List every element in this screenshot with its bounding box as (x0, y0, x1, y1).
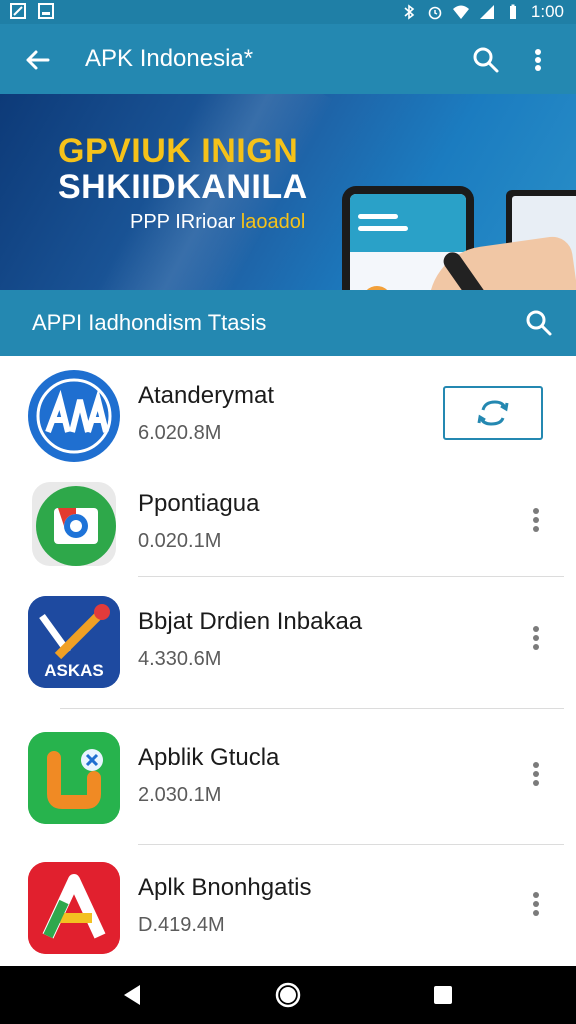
more-vert-icon[interactable] (526, 44, 550, 76)
battery-icon (509, 4, 516, 19)
askas-app-icon: ASKAS (28, 596, 120, 688)
app-size: 4.330.6M (138, 648, 222, 670)
divider (138, 844, 564, 845)
app-size: 6.020.8M (138, 422, 222, 444)
list-item[interactable]: Ppontiagua 0.020.1M (0, 464, 576, 584)
recents-square-icon[interactable] (428, 980, 458, 1010)
notification-icon (10, 3, 26, 19)
divider (138, 576, 564, 577)
list-item[interactable]: Apblik Gtucla 2.030.1M (0, 718, 576, 838)
section-label: APPI Iadhondism Ttasis (32, 310, 267, 335)
app-list: Atanderymat 6.020.8M Ppontiagua 0.020.1M (0, 356, 576, 966)
app-name: Apblik Gtucla (138, 744, 280, 771)
app-size: 2.030.1M (138, 784, 222, 806)
home-circle-icon[interactable] (273, 980, 303, 1010)
app-size: D.419.4M (138, 914, 225, 936)
list-item[interactable]: Atanderymat 6.020.8M (0, 356, 576, 476)
list-item[interactable]: Aplk Bnonhgatis D.419.4M (0, 848, 576, 968)
back-arrow-icon[interactable] (22, 44, 54, 76)
green-app-icon (28, 732, 120, 824)
search-icon[interactable] (524, 308, 554, 338)
photo-icon (38, 3, 54, 19)
system-nav-bar (0, 966, 576, 1024)
banner-subtitle-part1: PPP IRrioar (130, 211, 236, 233)
app-bar: APK Indonesia* (0, 24, 576, 94)
list-item[interactable]: ASKAS Bbjat Drdien Inbakaa 4.330.6M (0, 582, 576, 702)
more-vert-icon[interactable] (526, 888, 546, 920)
update-button[interactable] (443, 386, 543, 440)
section-header: APPI Iadhondism Ttasis (0, 290, 576, 356)
aia-app-icon (28, 370, 120, 462)
askas-icon-text: ASKAS (44, 661, 104, 680)
search-icon[interactable] (470, 44, 502, 76)
status-time: 1:00 (530, 2, 564, 21)
divider (60, 708, 564, 709)
app-name: Aplk Bnonhgatis (138, 874, 312, 901)
more-vert-icon[interactable] (526, 758, 546, 790)
browser-app-icon (28, 478, 120, 570)
alarm-icon (428, 6, 442, 20)
more-vert-icon[interactable] (526, 622, 546, 654)
banner-subtitle-part2: laoadol (240, 211, 306, 233)
banner-subtitle: PPP IRrioar laoadol (130, 211, 305, 234)
app-name: Bbjat Drdien Inbakaa (138, 608, 363, 635)
update-icon (477, 400, 509, 426)
app-title: APK Indonesia* (85, 45, 254, 72)
bluetooth-icon (404, 4, 415, 20)
wifi-icon (452, 5, 469, 19)
app-size: 0.020.1M (138, 530, 222, 552)
red-a-app-icon (28, 862, 120, 954)
more-vert-icon[interactable] (526, 504, 546, 536)
signal-icon (479, 5, 494, 19)
promo-banner[interactable]: GPVIUK INIGN SHKIIDKANILA PPP IRrioar la… (0, 94, 576, 290)
back-triangle-icon[interactable] (118, 980, 148, 1010)
banner-headline-line2: SHKIIDKANILA (58, 168, 308, 206)
status-bar: 1:00 (0, 0, 576, 24)
app-name: Atanderymat (138, 382, 275, 409)
app-name: Ppontiagua (138, 490, 260, 517)
banner-headline-line1: GPVIUK INIGN (58, 132, 299, 170)
